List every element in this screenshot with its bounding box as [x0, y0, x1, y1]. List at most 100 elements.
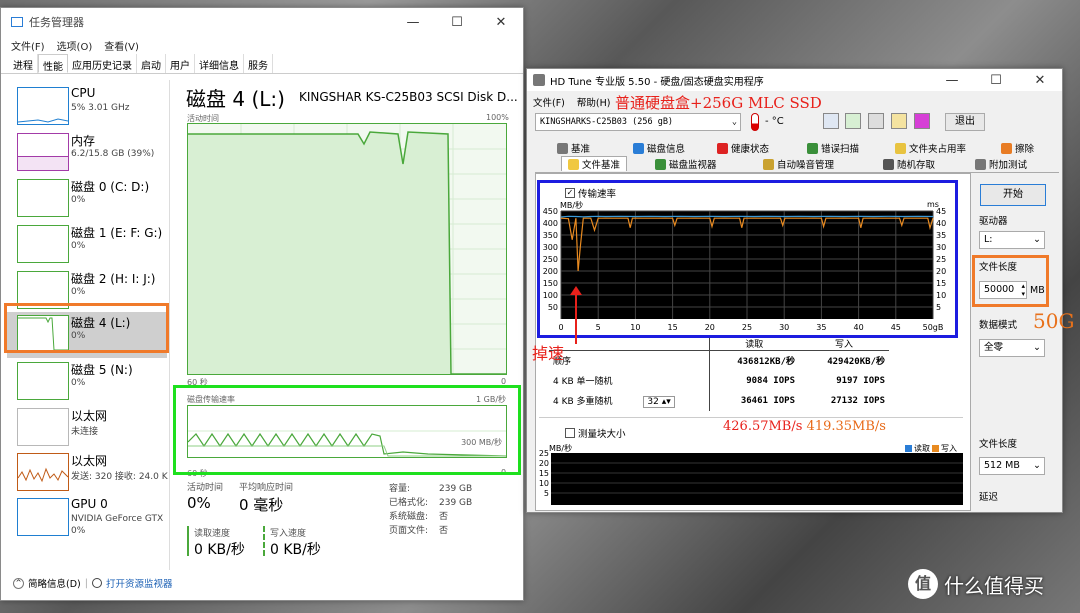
device-sub: 0%	[71, 195, 86, 205]
row-label: 4 KB 单一随机	[549, 370, 710, 391]
device-name: 磁盘 0 (C: D:)	[71, 180, 150, 194]
minimize-button[interactable]: —	[391, 15, 435, 30]
tab-label: 擦除	[1015, 144, 1035, 155]
arrow-up-icon	[570, 286, 582, 295]
device-name: CPU	[71, 86, 96, 100]
drive-letter-select[interactable]: L: ⌄	[979, 231, 1045, 249]
tab-services[interactable]: 服务	[244, 54, 273, 73]
active-time-label: 活动时间	[187, 483, 224, 493]
device-ethernet-2[interactable]: 以太网 发送: 320 接收: 24.0 K	[7, 450, 168, 496]
health-icon	[717, 143, 728, 154]
block-size-checkbox[interactable]: 测量块大小	[565, 426, 626, 440]
results-corner	[549, 337, 710, 351]
data-mode-select[interactable]: 全零 ⌄	[979, 339, 1045, 357]
row-label: 4 KB 多重随机	[553, 396, 613, 407]
brief-info-link[interactable]: 简略信息(D)	[28, 576, 81, 590]
hdtune-app-icon	[533, 74, 545, 86]
tab-aam[interactable]: 自动噪音管理	[763, 157, 834, 171]
menu-file[interactable]: 文件(F)	[11, 38, 45, 53]
tab-startup[interactable]: 启动	[137, 54, 166, 73]
tab-extra-tests[interactable]: 附加测试	[975, 157, 1027, 171]
prop-key: 已格式化:	[389, 498, 429, 508]
tab-disk-info[interactable]: 磁盘信息	[633, 141, 685, 155]
device-disk-1[interactable]: 磁盘 1 (E: F: G:) 0%	[7, 222, 167, 268]
device-name: 内存	[71, 134, 96, 148]
options-icon[interactable]	[891, 113, 907, 129]
tab-health[interactable]: 健康状态	[717, 141, 769, 155]
tab-erase[interactable]: 擦除	[1001, 141, 1034, 155]
download-icon[interactable]	[914, 113, 930, 129]
thermometer-icon	[751, 113, 759, 131]
results-header: 读取 写入	[549, 337, 889, 351]
close-button[interactable]: ✕	[479, 15, 523, 30]
tm-title: 任务管理器	[29, 16, 84, 29]
open-resource-monitor-link[interactable]: 打开资源监视器	[106, 576, 173, 590]
camera-icon[interactable]	[868, 113, 884, 129]
ytick: 5	[543, 489, 549, 498]
disk-thumbnail	[17, 179, 69, 217]
row-write: 27132 IOPS	[830, 395, 885, 406]
copy-all-icon[interactable]	[845, 113, 861, 129]
tab-details[interactable]: 详细信息	[195, 54, 244, 73]
device-memory[interactable]: 内存 6.2/15.8 GB (39%)	[7, 130, 167, 176]
exit-button[interactable]: 退出	[945, 113, 985, 131]
menu-help[interactable]: 帮助(H)	[577, 95, 611, 109]
tab-error-scan[interactable]: 错误扫描	[807, 141, 859, 155]
response-label: 平均响应时间	[239, 483, 294, 493]
tab-benchmark[interactable]: 基准	[557, 141, 590, 155]
tab-random-access[interactable]: 随机存取	[883, 157, 935, 171]
annotation-title: 普通硬盘盒+256G MLC SSD	[615, 94, 822, 112]
tab-performance[interactable]: 性能	[38, 54, 68, 73]
data-mode-value: 全零	[984, 342, 1004, 353]
maximize-button[interactable]: ☐	[974, 73, 1018, 88]
tab-label: 错误扫描	[821, 144, 860, 155]
device-disk-5[interactable]: 磁盘 5 (N:) 0%	[7, 359, 167, 405]
start-button[interactable]: 开始	[980, 184, 1046, 206]
block-size-chart	[551, 453, 963, 505]
annotation-speeds: 426.57MB/s 419.35MB/s	[723, 419, 886, 434]
device-name: 以太网	[71, 454, 108, 468]
tab-users[interactable]: 用户	[166, 54, 195, 73]
temperature: - °C	[765, 116, 784, 127]
divider	[169, 80, 170, 570]
col-read: 读取	[745, 340, 764, 350]
prop-val: 239 GB	[439, 498, 473, 508]
maximize-button[interactable]: ☐	[435, 15, 479, 30]
tab-label: 磁盘监视器	[669, 160, 717, 171]
menu-options[interactable]: 选项(O)	[57, 38, 93, 53]
menu-view[interactable]: 查看(V)	[104, 38, 139, 53]
device-ethernet-1[interactable]: 以太网 未连接	[7, 405, 167, 451]
menu-file[interactable]: 文件(F)	[533, 95, 565, 109]
file-length2-select[interactable]: 512 MB ⌄	[979, 457, 1045, 475]
tab-disk-monitor[interactable]: 磁盘监视器	[655, 157, 717, 171]
queue-depth-spinner[interactable]: 32 ▴▾	[643, 395, 675, 408]
copy-icon[interactable]	[823, 113, 839, 129]
drive-select[interactable]: KINGSHARKS-C25B03 (256 gB) ⌄	[535, 113, 741, 131]
smzdm-logo-icon: 值	[908, 569, 938, 599]
bars-icon	[883, 159, 894, 170]
tab-processes[interactable]: 进程	[9, 54, 38, 73]
device-disk-0[interactable]: 磁盘 0 (C: D:) 0%	[7, 176, 167, 222]
data-mode-label: 数据模式	[979, 320, 1018, 331]
prop-key: 页面文件:	[389, 526, 429, 536]
device-sub2: 0%	[71, 526, 86, 536]
close-button[interactable]: ✕	[1018, 73, 1062, 88]
device-name: GPU 0	[71, 497, 108, 511]
tab-app-history[interactable]: 应用历史记录	[68, 54, 137, 73]
checkbox-unchecked-icon	[565, 428, 575, 438]
highlight-benchmark-chart	[537, 180, 958, 338]
disk-title: 磁盘 4 (L:)	[186, 87, 285, 111]
collapse-icon[interactable]: ^	[13, 577, 24, 589]
device-cpu[interactable]: CPU 5% 3.01 GHz	[7, 84, 167, 130]
row-write: 429420KB/秒	[827, 357, 885, 368]
minimize-button[interactable]: —	[930, 73, 974, 88]
row-label-multi: 4 KB 多重随机 32 ▴▾	[549, 390, 710, 411]
device-sub: 0%	[71, 378, 86, 388]
active-time-value: 0%	[187, 494, 211, 512]
legend-write-swatch	[932, 445, 939, 452]
footer: ^ 简略信息(D) | 打开资源监视器	[13, 576, 172, 590]
prop-row: 容量: 239 GB	[389, 482, 472, 496]
device-gpu[interactable]: GPU 0 NVIDIA GeForce GTX 0%	[7, 495, 167, 541]
tab-file-benchmark[interactable]: 文件基准	[561, 156, 628, 171]
tab-folder-usage[interactable]: 文件夹占用率	[895, 141, 966, 155]
